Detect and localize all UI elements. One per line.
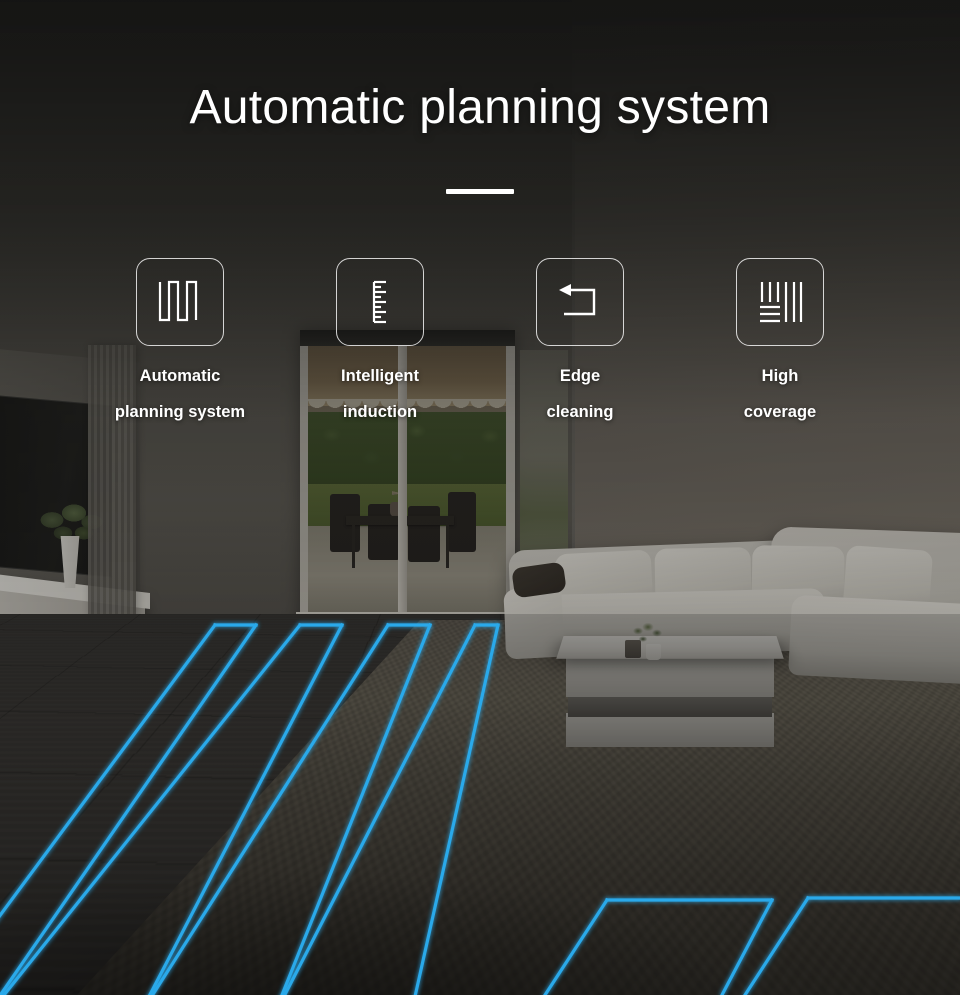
- ruler-scale-icon: [354, 276, 406, 328]
- feature-list: Automatic planning system Intelligent in…: [0, 258, 960, 422]
- feature-label-line2: planning system: [114, 403, 246, 421]
- u-turn-arrow-icon: [554, 276, 606, 328]
- feature-label-line1: High: [761, 367, 799, 385]
- feature-label-line2: cleaning: [546, 403, 614, 421]
- icon-box[interactable]: [536, 258, 624, 346]
- serpentine-path-icon: [154, 276, 206, 328]
- coverage-grid-icon: [754, 276, 806, 328]
- feature-automatic-planning-system[interactable]: Automatic planning system: [80, 258, 280, 422]
- content-overlay: Automatic planning system Automatic plan…: [0, 0, 960, 995]
- page-title: Automatic planning system: [189, 81, 771, 134]
- icon-box[interactable]: [736, 258, 824, 346]
- feature-label-line1: Edge: [559, 367, 601, 385]
- icon-box[interactable]: [136, 258, 224, 346]
- feature-high-coverage[interactable]: High coverage: [680, 258, 880, 422]
- promo-banner: Automatic planning system Automatic plan…: [0, 0, 960, 995]
- title-divider: [446, 189, 514, 194]
- feature-label-line1: Automatic: [139, 367, 221, 385]
- icon-box[interactable]: [336, 258, 424, 346]
- feature-intelligent-induction[interactable]: Intelligent induction: [280, 258, 480, 422]
- feature-edge-cleaning[interactable]: Edge cleaning: [480, 258, 680, 422]
- feature-label-line1: Intelligent: [341, 367, 419, 385]
- feature-label-line2: coverage: [743, 403, 817, 421]
- feature-label-line2: induction: [342, 403, 418, 421]
